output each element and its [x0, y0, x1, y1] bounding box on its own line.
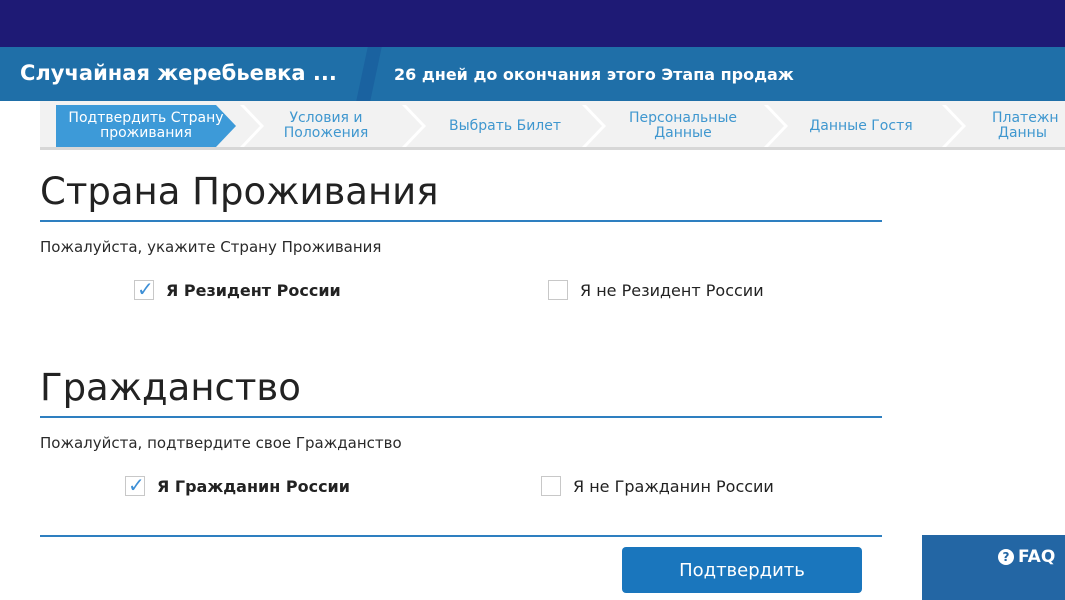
resident-option[interactable]: ✓ Я Резидент России	[134, 277, 341, 301]
step-label: проживания	[100, 125, 192, 141]
citizenship-divider	[40, 416, 882, 418]
step-label: Данны	[998, 125, 1047, 141]
step-label: Условия и	[289, 110, 363, 126]
residence-divider	[40, 220, 882, 222]
check-icon: ✓	[137, 277, 154, 301]
step-separator	[582, 105, 606, 147]
citizenship-title: Гражданство	[40, 366, 301, 409]
progress-steps: Подтвердить Страну проживания Условия и По…	[40, 101, 1065, 150]
non-citizen-label: Я не Гражданин России	[573, 476, 774, 496]
sales-countdown: 26 дней до окончания этого Этапа продаж	[394, 65, 794, 84]
step-separator	[240, 105, 264, 147]
resident-label: Я Резидент России	[166, 280, 341, 300]
top-bar	[0, 0, 1065, 47]
step-separator	[764, 105, 788, 147]
faq-label: FAQ	[1018, 547, 1056, 567]
step-label: Персональные	[628, 110, 738, 126]
step-label: Положения	[283, 125, 369, 141]
residence-title: Страна Проживания	[40, 170, 439, 213]
step-guest-data[interactable]: Данные Гостя	[792, 105, 930, 147]
non-resident-checkbox[interactable]	[548, 280, 568, 300]
citizen-checkbox[interactable]: ✓	[125, 473, 145, 497]
step-separator	[942, 105, 966, 147]
resident-checkbox[interactable]: ✓	[134, 277, 154, 301]
step-label: Выбрать Билет	[448, 117, 562, 134]
step-label: Данные	[654, 125, 712, 141]
form-bottom-divider	[40, 535, 882, 537]
step-label: Данные Гостя	[809, 117, 913, 134]
citizenship-subtitle: Пожалуйста, подтвердите свое Гражданство	[40, 434, 402, 452]
step-label: Платежн	[992, 110, 1059, 126]
step-personal-data[interactable]: Персональные Данные	[610, 105, 756, 147]
non-resident-option[interactable]: Я не Резидент России	[548, 280, 764, 300]
step-confirm-residence[interactable]: Подтвердить Страну проживания	[56, 105, 236, 147]
non-resident-label: Я не Резидент России	[580, 280, 764, 300]
citizen-option[interactable]: ✓ Я Гражданин России	[125, 473, 350, 497]
non-citizen-checkbox[interactable]	[541, 476, 561, 496]
check-icon: ✓	[128, 473, 145, 497]
step-separator	[402, 105, 426, 147]
residence-subtitle: Пожалуйста, укажите Страну Проживания	[40, 238, 382, 256]
step-payment[interactable]: Платежн Данны	[992, 105, 1065, 147]
step-choose-ticket[interactable]: Выбрать Билет	[430, 105, 580, 147]
step-label: Подтвердить Страну	[68, 110, 224, 126]
step-terms[interactable]: Условия и Положения	[264, 105, 388, 147]
non-citizen-option[interactable]: Я не Гражданин России	[541, 476, 774, 496]
header-bar: Случайная жеребьевка ... 26 дней до окон…	[0, 47, 1065, 101]
confirm-button[interactable]: Подтвердить	[622, 547, 862, 593]
event-title: Случайная жеребьевка ...	[20, 61, 337, 85]
header-divider	[356, 47, 382, 101]
citizen-label: Я Гражданин России	[157, 476, 350, 496]
faq-button[interactable]: ? FAQ	[998, 547, 1055, 567]
question-icon: ?	[998, 549, 1014, 565]
faq-panel[interactable]	[922, 535, 1065, 600]
